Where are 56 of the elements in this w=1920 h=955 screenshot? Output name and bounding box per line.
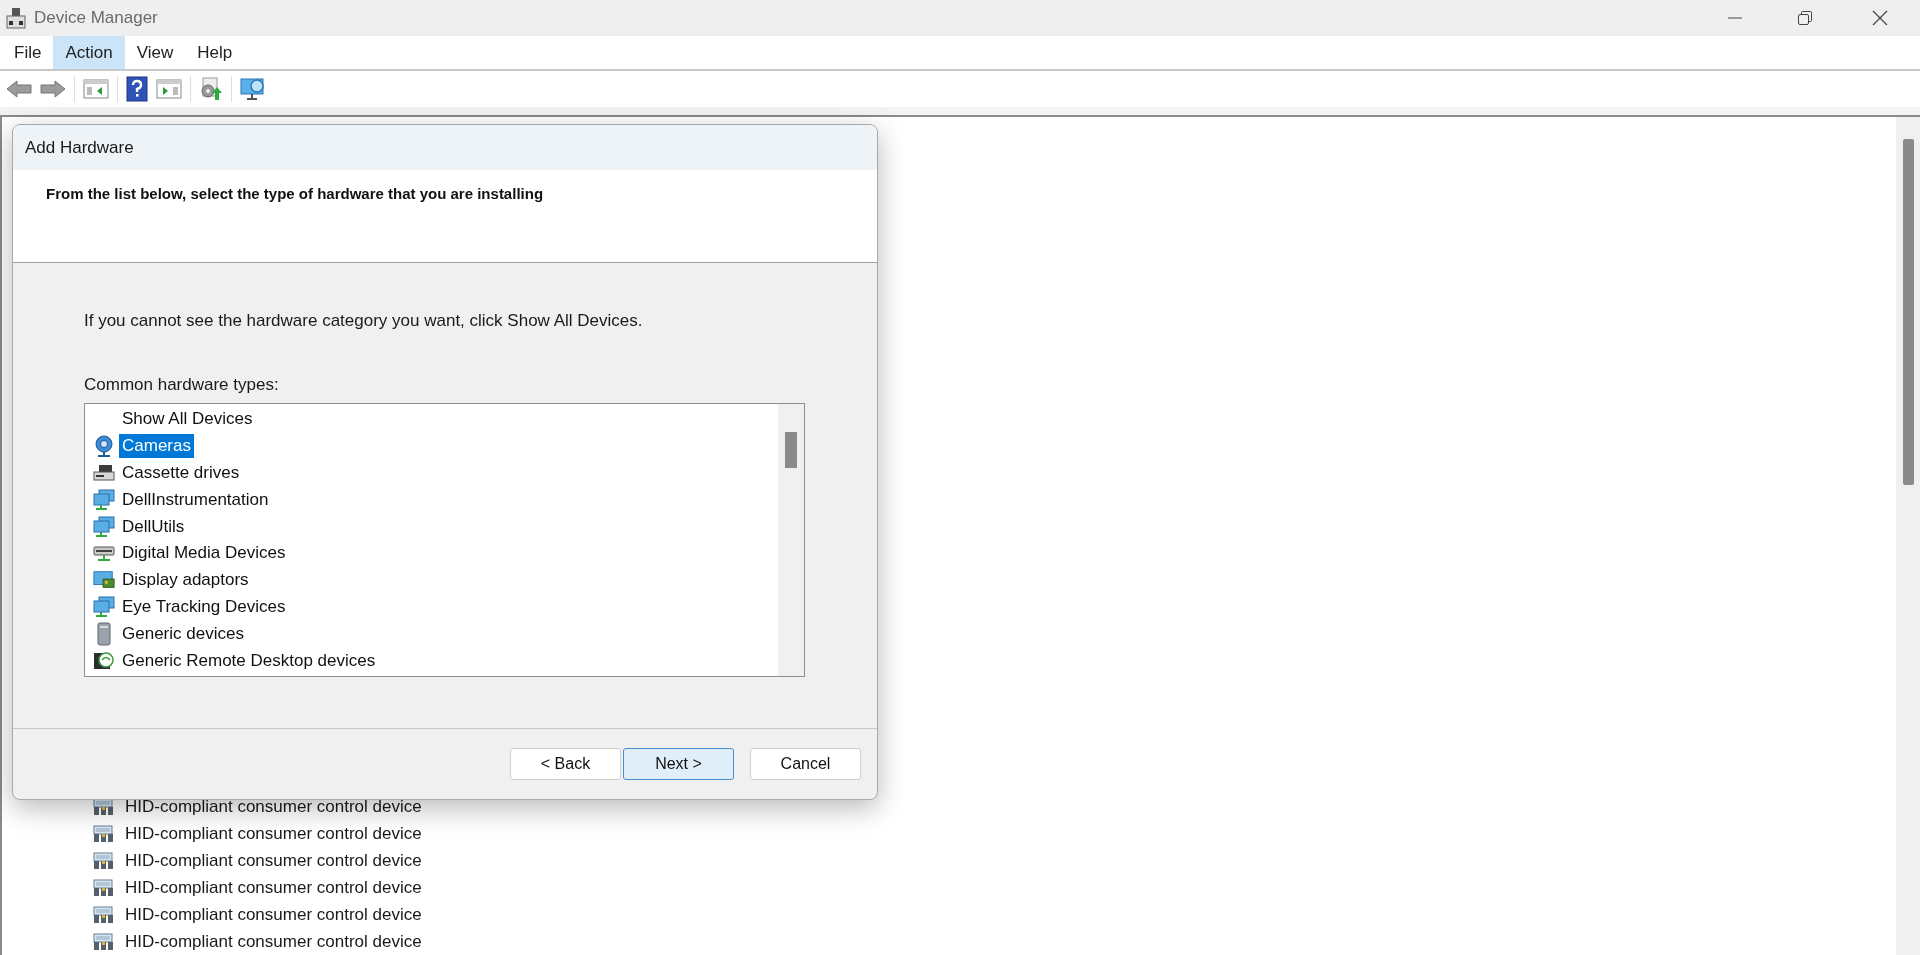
window-title: Device Manager	[34, 8, 158, 28]
hid-device-icon	[93, 823, 115, 844]
scrollbar-thumb[interactable]	[1902, 139, 1914, 485]
action-pane-icon[interactable]	[156, 78, 182, 100]
tape-drive-icon	[93, 463, 115, 483]
list-label: Common hardware types:	[84, 375, 279, 395]
menu-item[interactable]: Action	[53, 36, 125, 69]
networked-computers-icon	[93, 488, 115, 511]
device-manager-icon	[6, 7, 26, 29]
scrollbar-thumb[interactable]	[785, 432, 797, 468]
instruction-text: If you cannot see the hardware category you want, click Show All Devices.	[84, 311, 643, 331]
scrollbar[interactable]	[1896, 117, 1920, 955]
dialog-title: Add Hardware	[25, 137, 134, 158]
hid-device-icon	[93, 931, 115, 952]
hardware-type-item[interactable]: Generic Remote Desktop devices	[119, 648, 379, 673]
media-device-icon	[93, 543, 115, 564]
device-name[interactable]: HID-compliant consumer control device	[125, 850, 422, 871]
hardware-type-item[interactable]: Show All Devices	[119, 407, 256, 432]
monitor-scan-icon[interactable]	[240, 77, 266, 101]
hardware-type-item[interactable]: Eye Tracking Devices	[119, 594, 289, 619]
menu-item[interactable]: View	[124, 36, 186, 69]
hardware-type-item[interactable]: Cameras	[119, 434, 194, 459]
forward-arrow-icon[interactable]	[40, 79, 66, 99]
console-tree-icon[interactable]	[83, 78, 109, 100]
help-icon[interactable]	[126, 76, 148, 102]
device-name[interactable]: HID-compliant consumer control device	[125, 904, 422, 925]
hardware-type-item[interactable]: Cassette drives	[119, 461, 243, 485]
update-driver-icon[interactable]	[199, 77, 223, 101]
hardware-type-list[interactable]: Show All Devices Cameras Cassette drives DellInstrumentation DellUtils Digital Media Devices Display adaptors Eye Tracking Devices Generic devices Generic Remote Desktop devices	[84, 403, 805, 677]
device-name[interactable]: HID-compliant consumer control device	[125, 931, 422, 952]
remote-desktop-icon	[93, 649, 115, 672]
tower-computer-icon	[95, 621, 113, 646]
hardware-type-item[interactable]: Display adaptors	[119, 568, 252, 593]
hid-device-icon	[93, 850, 115, 871]
scrollbar[interactable]	[778, 404, 804, 676]
restore-icon[interactable]	[1797, 10, 1813, 26]
networked-computers-icon	[93, 515, 115, 538]
back-arrow-icon[interactable]	[6, 79, 32, 99]
device-name[interactable]: HID-compliant consumer control device	[125, 823, 422, 844]
menu-item[interactable]: File	[2, 36, 54, 69]
dialog-button[interactable]: Cancel	[750, 748, 861, 780]
hardware-type-item[interactable]: DellInstrumentation	[119, 487, 272, 512]
hid-device-icon	[93, 877, 115, 898]
device-name[interactable]: HID-compliant consumer control device	[125, 877, 422, 898]
dialog-heading: From the list below, select the type of hardware that you are installing	[46, 185, 544, 202]
dialog-button[interactable]: < Back	[510, 748, 621, 780]
hardware-type-item[interactable]: Digital Media Devices	[119, 541, 289, 566]
close-icon[interactable]	[1872, 10, 1888, 26]
hardware-type-item[interactable]: Generic devices	[119, 621, 247, 646]
hardware-type-item[interactable]: DellUtils	[119, 514, 188, 539]
menu-item[interactable]: Help	[185, 36, 245, 69]
device-name[interactable]: HID-compliant consumer control device	[125, 796, 422, 817]
hid-device-icon	[93, 904, 115, 925]
webcam-icon	[94, 435, 114, 458]
networked-computers-icon	[93, 595, 115, 618]
dialog-button[interactable]: Next >	[623, 748, 734, 780]
